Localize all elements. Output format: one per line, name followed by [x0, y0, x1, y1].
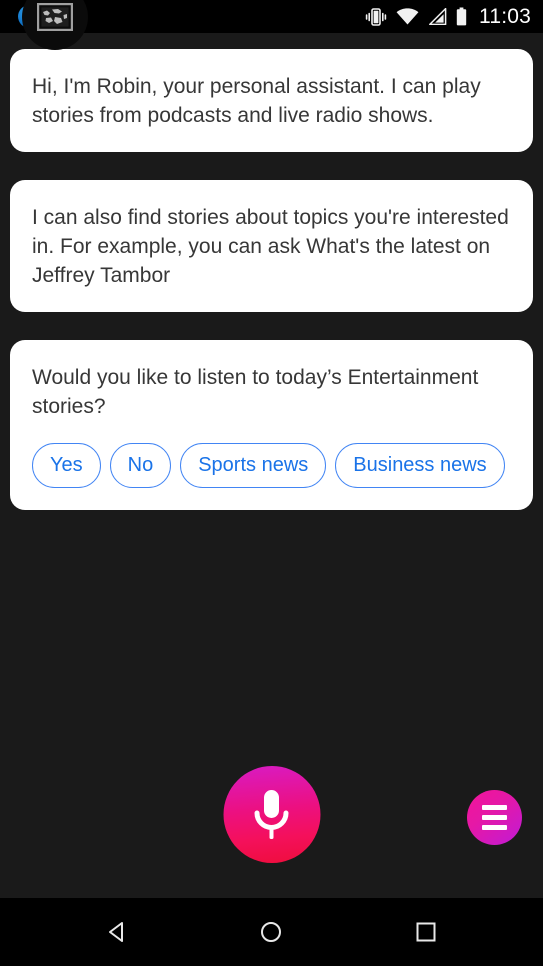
recents-square-icon — [413, 919, 439, 945]
status-clock: 11:03 — [479, 5, 531, 29]
status-icons: 11:03 — [365, 5, 531, 29]
conversation-list: Hi, I'm Robin, your personal assistant. … — [0, 33, 543, 748]
vibrate-icon — [365, 7, 387, 27]
chip-business-news[interactable]: Business news — [335, 443, 504, 488]
nav-back-button[interactable] — [85, 906, 149, 958]
app-screen: R 11:03 — [0, 0, 543, 966]
nav-home-button[interactable] — [239, 906, 303, 958]
wifi-icon — [396, 8, 419, 25]
android-navigation-bar — [0, 898, 543, 966]
quick-reply-chips: Yes No Sports news Business news — [32, 443, 511, 488]
message-bubble: I can also find stories about topics you… — [10, 180, 533, 312]
chip-yes[interactable]: Yes — [32, 443, 101, 488]
nav-recents-button[interactable] — [394, 906, 458, 958]
microphone-button[interactable] — [223, 766, 320, 863]
battery-icon — [456, 7, 467, 26]
back-triangle-icon — [104, 919, 130, 945]
message-bubble-with-chips: Would you like to listen to today’s Ente… — [10, 340, 533, 510]
chip-no[interactable]: No — [110, 443, 172, 488]
action-bar — [0, 748, 543, 898]
chip-sports-news[interactable]: Sports news — [180, 443, 326, 488]
microphone-icon — [251, 788, 293, 842]
cellular-signal-icon — [428, 8, 447, 25]
message-text: Hi, I'm Robin, your personal assistant. … — [32, 72, 511, 130]
message-bubble: Hi, I'm Robin, your personal assistant. … — [10, 49, 533, 152]
home-circle-icon — [258, 919, 284, 945]
message-text: Would you like to listen to today’s Ente… — [32, 363, 511, 421]
hamburger-icon — [482, 805, 507, 830]
menu-button[interactable] — [467, 790, 522, 845]
message-text: I can also find stories about topics you… — [32, 203, 511, 290]
world-map-icon — [37, 3, 73, 31]
